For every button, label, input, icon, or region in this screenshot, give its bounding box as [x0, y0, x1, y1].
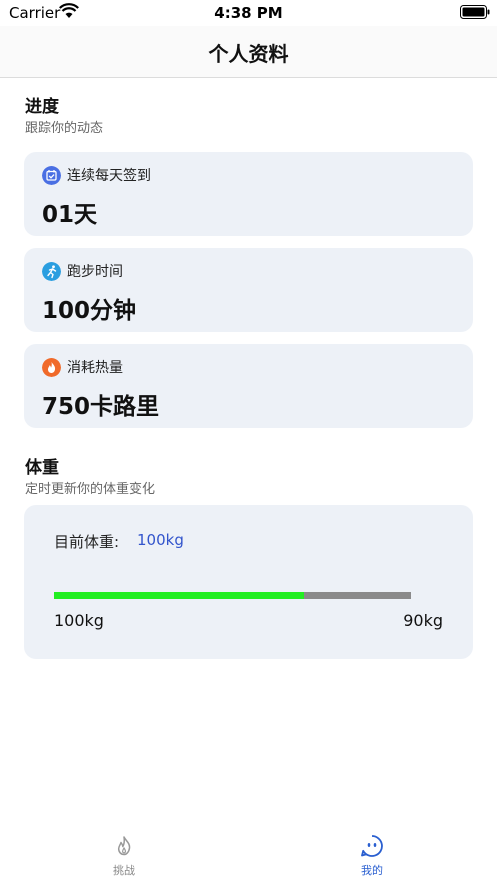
running-time-card: 跑步时间 100分钟	[24, 248, 473, 332]
weight-progress-fill	[54, 592, 304, 599]
calendar-icon	[42, 166, 61, 185]
flame-icon	[42, 358, 61, 377]
weight-section-title: 体重	[25, 458, 59, 478]
status-time: 4:38 PM	[214, 4, 283, 22]
tab-challenge-label: 挑战	[113, 864, 135, 877]
tab-bar: 挑战 我的	[0, 826, 497, 883]
checkin-streak-label: 连续每天签到	[67, 168, 151, 184]
running-time-label: 跑步时间	[67, 264, 123, 280]
current-weight-value: 100kg	[137, 531, 184, 549]
weight-start-value: 100kg	[54, 611, 104, 630]
battery-icon	[460, 5, 490, 19]
status-bar: Carrier 4:38 PM	[0, 0, 497, 26]
checkin-streak-card: 连续每天签到 01天	[24, 152, 473, 236]
calories-burned-value: 750卡路里	[42, 394, 160, 420]
tab-mine-label: 我的	[361, 864, 383, 877]
current-weight-label: 目前体重:	[54, 533, 120, 551]
weight-goal-value: 90kg	[403, 611, 443, 630]
face-icon	[361, 835, 383, 857]
tab-mine[interactable]: 我的	[332, 834, 412, 878]
running-time-value: 100分钟	[42, 298, 137, 324]
profile-screen: Carrier 4:38 PM 个人资料 进度 跟踪你的动态 连续每天签到 01…	[0, 0, 497, 883]
tab-challenge[interactable]: 挑战	[84, 834, 164, 878]
flame-outline-icon	[117, 836, 131, 856]
page-title: 个人资料	[208, 42, 289, 66]
navigation-bar: 个人资料	[0, 26, 497, 78]
running-icon	[42, 262, 61, 281]
progress-section-subtitle: 跟踪你的动态	[25, 121, 104, 136]
weight-card: 目前体重: 100kg 100kg 90kg	[24, 505, 473, 659]
calories-burned-label: 消耗热量	[67, 360, 123, 376]
calories-burned-card: 消耗热量 750卡路里	[24, 344, 473, 428]
weight-progress-track	[54, 592, 411, 599]
checkin-streak-value: 01天	[42, 202, 98, 228]
progress-section-title: 进度	[25, 97, 59, 117]
weight-section-subtitle: 定时更新你的体重变化	[25, 482, 156, 497]
